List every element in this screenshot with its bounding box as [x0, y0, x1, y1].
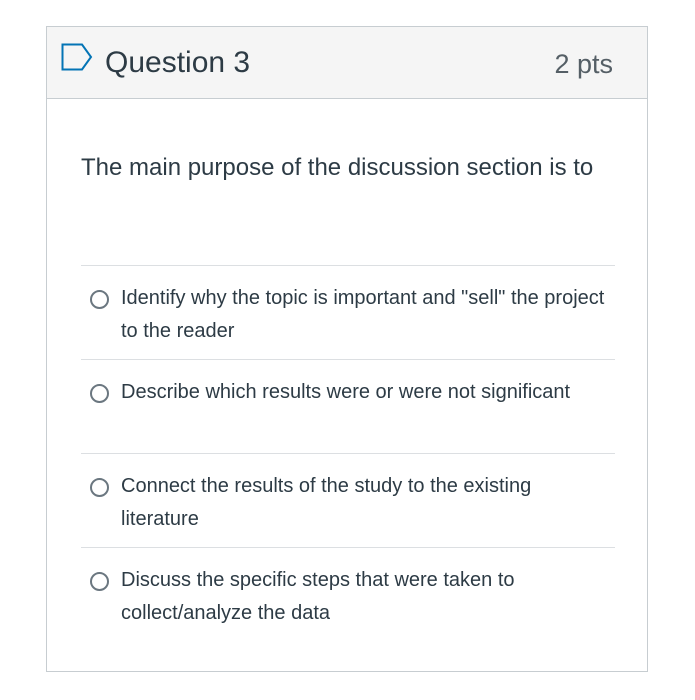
answer-option[interactable]: Identify why the topic is important and …	[81, 265, 615, 359]
answer-label[interactable]: Describe which results were or were not …	[121, 376, 611, 409]
radio-button[interactable]	[90, 384, 109, 403]
radio-button[interactable]	[90, 290, 109, 309]
question-header: Question 3 2 pts	[47, 27, 647, 99]
question-points: 2 pts	[554, 49, 613, 79]
flag-question-icon[interactable]	[61, 43, 93, 71]
answer-option[interactable]: Describe which results were or were not …	[81, 359, 615, 453]
answer-label[interactable]: Identify why the topic is important and …	[121, 282, 611, 348]
answer-label[interactable]: Discuss the specific steps that were tak…	[121, 564, 611, 630]
answer-label[interactable]: Connect the results of the study to the …	[121, 470, 611, 536]
answer-option[interactable]: Connect the results of the study to the …	[81, 453, 615, 547]
question-title: Question 3	[105, 46, 251, 79]
question-text: The main purpose of the discussion secti…	[81, 154, 594, 181]
radio-button[interactable]	[90, 478, 109, 497]
question-card: Question 3 2 pts The main purpose of the…	[46, 26, 648, 672]
radio-button[interactable]	[90, 572, 109, 591]
answer-list: Identify why the topic is important and …	[81, 265, 615, 641]
answer-option[interactable]: Discuss the specific steps that were tak…	[81, 547, 615, 641]
question-body: The main purpose of the discussion secti…	[81, 149, 615, 187]
